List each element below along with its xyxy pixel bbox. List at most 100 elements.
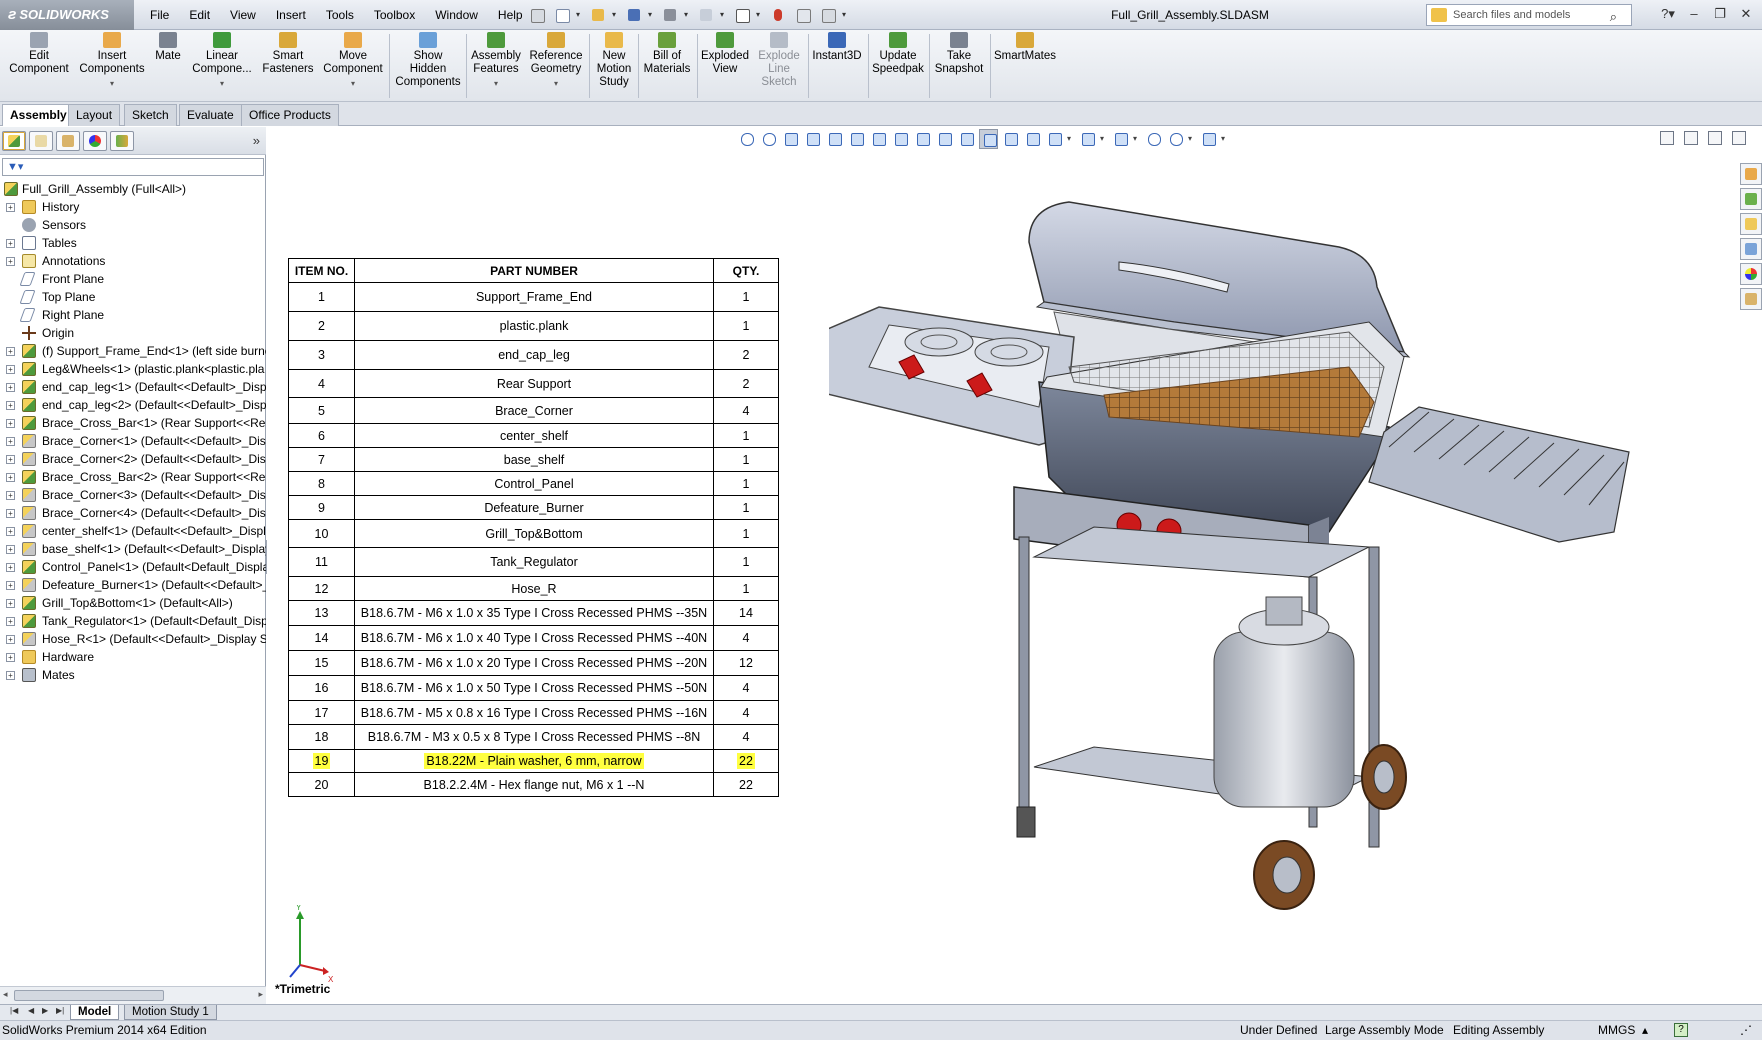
table-row[interactable]: 17 B18.6.7M - M5 x 0.8 x 16 Type I Cross … (288, 700, 779, 725)
tree-item[interactable]: + Annotations (0, 252, 266, 270)
bom-cell-item[interactable]: 2 (288, 311, 355, 341)
menu-insert[interactable]: Insert (266, 0, 316, 30)
table-row[interactable]: 9 Defeature_Burner 1 (288, 495, 779, 520)
bom-cell-item[interactable]: 9 (288, 495, 355, 520)
search-scope-icon[interactable] (1431, 8, 1447, 22)
display-style-icon[interactable] (1078, 129, 1097, 149)
bom-cell-item[interactable]: 8 (288, 471, 355, 496)
bom-cell-part[interactable]: Tank_Regulator (354, 547, 714, 577)
bom-cell-part[interactable]: B18.22M - Plain washer, 6 mm, narrow (354, 749, 714, 773)
bom-cell-item[interactable]: 12 (288, 576, 355, 601)
tab-layout[interactable]: Layout (68, 104, 121, 126)
explode-line-sketch-button[interactable]: Explode Line Sketch (753, 32, 805, 89)
minimize-icon[interactable]: – (1684, 4, 1704, 24)
bom-cell-item[interactable]: 6 (288, 423, 355, 448)
scroll-right-icon[interactable]: ▸ (258, 989, 263, 1000)
tree-item[interactable]: Front Plane (0, 270, 266, 288)
options-icon[interactable] (817, 4, 839, 26)
expand-icon[interactable]: + (6, 563, 15, 572)
options-dropdown-icon[interactable]: ▾ (842, 4, 850, 26)
tab-sketch[interactable]: Sketch (124, 104, 177, 126)
tree-item[interactable]: + Grill_Top&Bottom<1> (Default<All>) (0, 594, 266, 612)
bom-cell-qty[interactable]: 4 (713, 675, 779, 701)
tree-item[interactable]: + Hose_R<1> (Default<<Default>_Display St (0, 630, 266, 648)
chevron-down-icon[interactable]: ▾ (1221, 129, 1229, 149)
bom-cell-qty[interactable]: 4 (713, 700, 779, 725)
view-palette-icon[interactable] (1740, 238, 1762, 260)
column-header-item-no[interactable]: ITEM NO. (288, 258, 355, 283)
propane-tank[interactable] (1213, 596, 1355, 808)
edit-appearance-icon[interactable] (1144, 129, 1163, 149)
table-row[interactable]: 20 B18.2.2.4M - Hex flange nut, M6 x 1 --… (288, 772, 779, 797)
chevron-down-icon[interactable]: ▾ (526, 77, 586, 90)
close-icon[interactable]: ✕ (1736, 4, 1756, 24)
menu-tools[interactable]: Tools (316, 0, 364, 30)
save-icon[interactable] (623, 4, 645, 26)
chevron-down-icon[interactable]: ▾ (76, 77, 148, 90)
help-icon[interactable]: ?▾ (1658, 4, 1678, 24)
table-row[interactable]: 18 B18.6.7M - M3 x 0.5 x 8 Type I Cross R… (288, 724, 779, 750)
side-burner-shelf[interactable] (829, 306, 1075, 446)
bom-cell-item[interactable]: 20 (288, 772, 355, 797)
expand-icon[interactable]: + (6, 527, 15, 536)
expand-icon[interactable]: + (6, 545, 15, 554)
bom-cell-part[interactable]: Hose_R (354, 576, 714, 601)
print-dropdown-icon[interactable]: ▾ (684, 4, 692, 26)
section-view-icon[interactable] (803, 129, 822, 149)
tree-item[interactable]: + Brace_Cross_Bar<1> (Rear Support<<Rear (0, 414, 266, 432)
tree-item[interactable]: + Hardware (0, 648, 266, 666)
view-bottom-icon[interactable] (935, 129, 954, 149)
new-document-icon[interactable] (551, 4, 573, 26)
expand-icon[interactable]: + (6, 599, 15, 608)
restore-icon[interactable]: ❐ (1710, 4, 1730, 24)
tree-item[interactable]: + Brace_Cross_Bar<2> (Rear Support<<Rear (0, 468, 266, 486)
mate-button[interactable]: Mate (150, 32, 186, 63)
bom-cell-item[interactable]: 19 (288, 749, 355, 773)
bom-cell-qty[interactable]: 4 (713, 397, 779, 424)
view-front-icon[interactable] (825, 129, 844, 149)
tab-evaluate[interactable]: Evaluate (179, 104, 242, 126)
bom-cell-qty[interactable]: 12 (713, 650, 779, 676)
expand-icon[interactable]: + (6, 635, 15, 644)
exploded-view-button[interactable]: Exploded View (699, 32, 751, 76)
app-logo[interactable]: ƨ SOLIDWORKS (0, 0, 134, 30)
bom-cell-part[interactable]: Brace_Corner (354, 397, 714, 424)
table-row[interactable]: 4 Rear Support 2 (288, 369, 779, 398)
bom-cell-qty[interactable]: 2 (713, 369, 779, 398)
bom-cell-qty[interactable]: 14 (713, 600, 779, 626)
table-row[interactable]: 13 B18.6.7M - M6 x 1.0 x 35 Type I Cross … (288, 600, 779, 626)
bom-cell-part[interactable]: B18.6.7M - M3 x 0.5 x 8 Type I Cross Rec… (354, 724, 714, 750)
viewport-restore-icon[interactable] (1708, 131, 1722, 145)
bom-cell-item[interactable]: 17 (288, 700, 355, 725)
expand-icon[interactable]: + (6, 401, 15, 410)
take-snapshot-button[interactable]: Take Snapshot (931, 32, 987, 76)
normal-to-icon[interactable] (1023, 129, 1042, 149)
horizontal-scrollbar[interactable]: ◂ ▸ (0, 986, 266, 1004)
bom-cell-item[interactable]: 15 (288, 650, 355, 676)
solidworks-resources-icon[interactable] (1740, 163, 1762, 185)
filter-icon[interactable]: ▼▾ (7, 160, 23, 173)
save-dropdown-icon[interactable]: ▾ (648, 4, 656, 26)
bom-cell-part[interactable]: B18.2.2.4M - Hex flange nut, M6 x 1 --N (354, 772, 714, 797)
update-speedpak-button[interactable]: Update Speedpak (870, 32, 926, 76)
bom-cell-item[interactable]: 18 (288, 724, 355, 750)
print-icon[interactable] (659, 4, 681, 26)
chevron-down-icon[interactable]: ▾ (188, 77, 256, 90)
expand-icon[interactable]: + (6, 491, 15, 500)
tree-item[interactable]: + end_cap_leg<1> (Default<<Default>_Disp (0, 378, 266, 396)
table-row[interactable]: 16 B18.6.7M - M6 x 1.0 x 50 Type I Cross … (288, 675, 779, 701)
bom-cell-item[interactable]: 5 (288, 397, 355, 424)
tree-item[interactable]: + Brace_Corner<2> (Default<<Default>_Disp (0, 450, 266, 468)
menu-window[interactable]: Window (425, 0, 488, 30)
tree-item[interactable]: + Leg&Wheels<1> (plastic.plank<plastic.pl… (0, 360, 266, 378)
appearances-scenes-icon[interactable] (1740, 263, 1762, 285)
status-editing-context[interactable]: Editing Assembly (1453, 1021, 1544, 1040)
expand-icon[interactable]: + (6, 455, 15, 464)
tab-model[interactable]: Model (70, 1005, 120, 1020)
bom-cell-qty[interactable]: 1 (713, 576, 779, 601)
table-row[interactable]: 12 Hose_R 1 (288, 576, 779, 601)
bill-of-materials-table[interactable]: ITEM NO. PART NUMBER QTY. 1 Support_Frame… (288, 258, 779, 797)
bom-cell-part[interactable]: B18.6.7M - M5 x 0.8 x 16 Type I Cross Re… (354, 700, 714, 725)
bom-cell-part[interactable]: end_cap_leg (354, 340, 714, 370)
tab-office-products[interactable]: Office Products (241, 104, 339, 126)
